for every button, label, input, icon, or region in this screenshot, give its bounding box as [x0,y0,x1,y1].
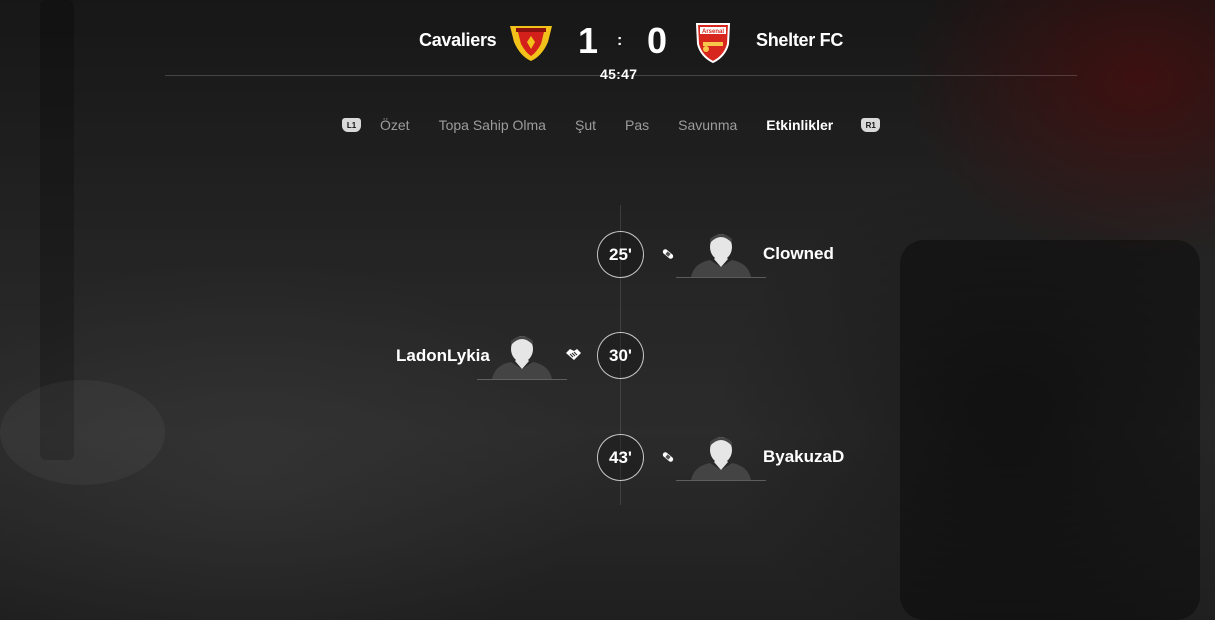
bandage-icon [662,452,674,462]
tab-pas[interactable]: Pas [625,117,649,133]
tab-ozet[interactable]: Özet [380,117,410,133]
avatar [676,229,766,278]
svg-text:Arsenal: Arsenal [702,29,724,35]
dim-overlay [0,0,1215,620]
home-score: 1 [578,20,599,61]
r1-bumper-icon[interactable]: R1 [861,118,881,132]
match-clock: 45:47 [600,66,638,82]
away-team-name: Shelter FC [756,30,844,50]
away-team-crest-icon: Arsenal [695,23,731,64]
event-minute: 25' [597,231,644,278]
header-divider [165,75,1077,76]
event-minute: 43' [597,434,644,481]
handshake-icon [566,349,581,360]
player-name: Clowned [763,244,834,263]
score-separator: : [617,32,623,49]
tab-etkinlikler[interactable]: Etkinlikler [766,117,833,133]
tab-sut[interactable]: Şut [575,117,596,133]
home-team-crest-icon [510,26,552,61]
l1-bumper-icon[interactable]: L1 [342,118,361,132]
tab-savunma[interactable]: Savunma [678,117,737,133]
avatar [477,331,567,380]
avatar [676,432,766,481]
player-name: ByakuzaD [763,447,845,466]
player-name: LadonLykia [396,346,490,365]
tab-topa-sahip-olma[interactable]: Topa Sahip Olma [439,117,546,133]
stats-tab-bar: L1 Özet Topa Sahip Olma Şut Pas Savunma … [342,116,881,134]
away-score: 0 [647,20,668,61]
bandage-icon [662,249,674,259]
event-minute: 30' [597,332,644,379]
home-team-name: Cavaliers [419,30,497,50]
